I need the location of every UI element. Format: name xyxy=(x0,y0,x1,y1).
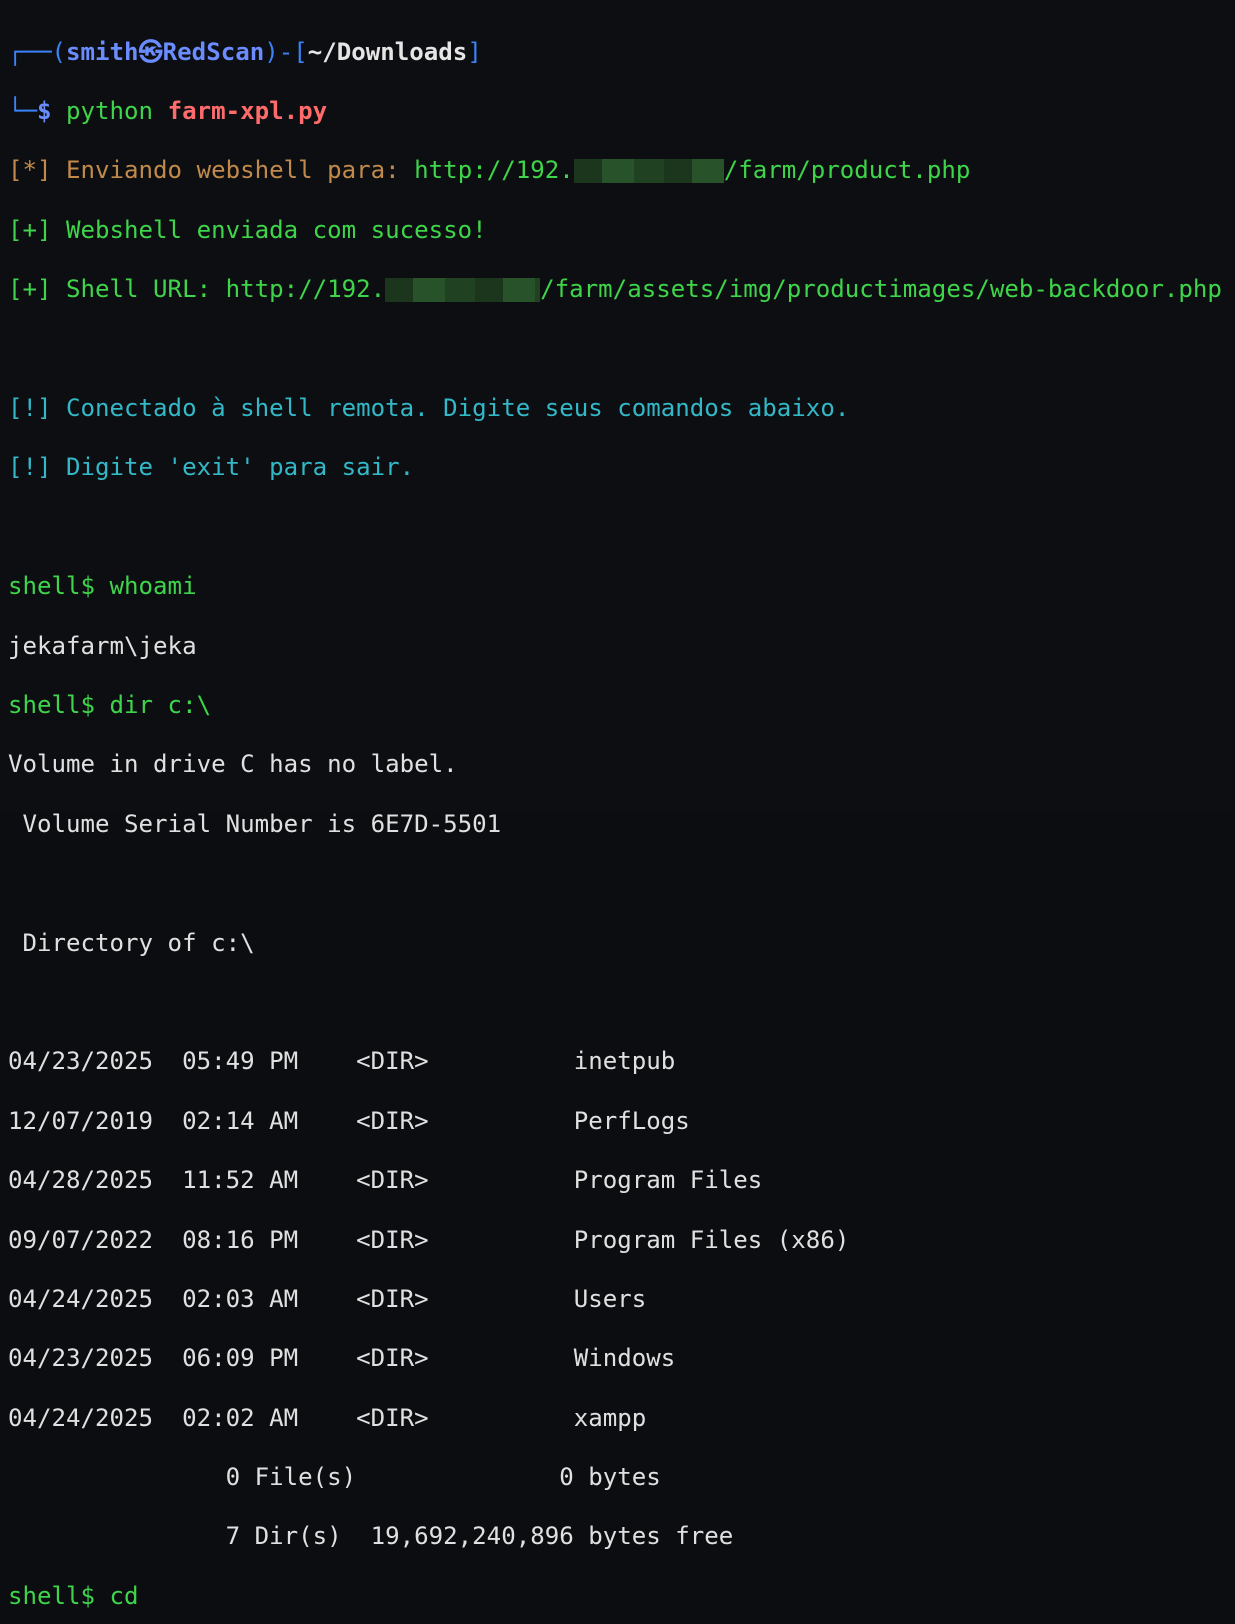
log-connected: [!] Conectado à shell remota. Digite seu… xyxy=(8,394,850,423)
redacted-ip xyxy=(385,278,541,303)
shell-command[interactable]: shell$ cd xyxy=(8,1582,1235,1612)
prompt-host: RedScan xyxy=(162,37,265,66)
prompt-line-1: ┌──(smith㉿RedScan)-[~/Downloads] xyxy=(8,37,482,66)
shell-command: shell$ whoami xyxy=(8,572,197,601)
log-sent-ok: [+] Webshell enviada com sucesso! xyxy=(8,215,487,244)
log-sending: [*] Enviando webshell para: http://192. /… xyxy=(8,156,971,185)
dir-row: 04/23/2025 06:09 PM <DIR> Windows xyxy=(8,1344,676,1373)
shell-output: Volume Serial Number is 6E7D-5501 xyxy=(8,809,502,838)
command-text: python xyxy=(66,97,168,126)
dir-row: 12/07/2019 02:14 AM <DIR> PerfLogs xyxy=(8,1106,690,1135)
shell-output: Directory of c:\ xyxy=(8,928,255,957)
dir-row: 09/07/2022 08:16 PM <DIR> Program Files … xyxy=(8,1225,850,1254)
dir-row: 04/24/2025 02:03 AM <DIR> Users xyxy=(8,1284,647,1313)
dir-row: 04/28/2025 11:52 AM <DIR> Program Files xyxy=(8,1166,763,1195)
redacted-ip xyxy=(573,159,724,184)
files-summary: 0 File(s) 0 bytes xyxy=(8,1463,661,1492)
terminal-output[interactable]: ┌──(smith㉿RedScan)-[~/Downloads] └─$ pyt… xyxy=(0,0,1235,1610)
dir-row: 04/24/2025 02:02 AM <DIR> xampp xyxy=(8,1403,647,1432)
command-script: farm-xpl.py xyxy=(167,97,328,126)
log-shell-url: [+] Shell URL: http://192./farm/assets/i… xyxy=(8,275,1222,304)
prompt-path: ~/Downloads xyxy=(307,37,468,66)
dir-row: 04/23/2025 05:49 PM <DIR> inetpub xyxy=(8,1047,676,1076)
shell-output: jekafarm\jeka xyxy=(8,631,197,660)
shell-command: shell$ dir c:\ xyxy=(8,691,212,719)
prompt-user: smith xyxy=(66,37,139,66)
prompt-separator: ㉿ xyxy=(138,37,163,66)
prompt-line-2: └─$ python farm-xpl.py xyxy=(8,97,328,126)
log-exit-hint: [!] Digite 'exit' para sair. xyxy=(8,453,415,482)
dirs-summary: 7 Dir(s) 19,692,240,896 bytes free xyxy=(8,1522,734,1551)
shell-output: Volume in drive C has no label. xyxy=(8,750,458,779)
